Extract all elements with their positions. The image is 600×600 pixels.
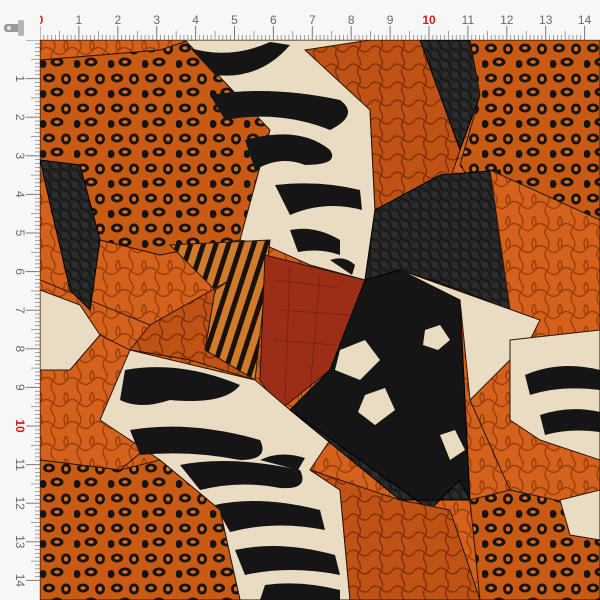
- top-ruler-label: 11: [462, 13, 475, 27]
- left-ruler-label: 14: [13, 574, 27, 588]
- left-ruler-ticks: 1234567891011121314: [13, 39, 40, 588]
- patchwork-pattern: [40, 40, 600, 600]
- left-ruler: 1 2 3 4 5 6 7 8 9 10 11 12 13 14: [0, 0, 40, 600]
- top-ruler: 0 1 2 3 4 5 6 7 8 9 10 11 12 13 14: [0, 0, 600, 40]
- left-ruler-label: 13: [13, 535, 27, 549]
- left-ruler-label: 3: [13, 152, 27, 159]
- left-ruler-label: 5: [13, 230, 27, 237]
- ruler-corner: [0, 0, 40, 40]
- left-ruler-label: 12: [13, 497, 27, 511]
- left-ruler-label: 4: [13, 191, 27, 198]
- left-ruler-label: 6: [13, 268, 27, 275]
- left-ruler-label: 11: [13, 458, 27, 471]
- left-ruler-label: 9: [13, 384, 27, 391]
- left-ruler-label: 2: [13, 114, 27, 121]
- top-ruler-label: 2: [114, 13, 121, 27]
- top-ruler-label: 10: [422, 13, 436, 27]
- top-ruler-label: 7: [309, 13, 316, 27]
- top-ruler-label: 12: [500, 13, 514, 27]
- fabric-swatch: [40, 40, 600, 600]
- left-ruler-label: 8: [13, 345, 27, 352]
- top-ruler-ticks: 0 1 2 3 4 5 6 7 8 9 10 11 12 13 14: [37, 13, 592, 40]
- top-ruler-label: 14: [578, 13, 592, 27]
- top-ruler-label: 5: [231, 13, 238, 27]
- top-ruler-label: 4: [192, 13, 199, 27]
- top-ruler-label: 9: [387, 13, 394, 27]
- fabric-preview: 0 1 2 3 4 5 6 7 8 9 10 11 12 13 14 1 2 3 4 5 6 7 8 9 10 11 12 13 14: [0, 0, 600, 600]
- left-ruler-label: 10: [13, 419, 27, 433]
- left-ruler-label: 1: [13, 75, 27, 82]
- top-ruler-label: 13: [539, 13, 553, 27]
- clip-icon: [4, 20, 24, 36]
- left-ruler-label: 7: [13, 307, 27, 314]
- top-ruler-label: 8: [348, 13, 355, 27]
- top-ruler-label: 6: [270, 13, 277, 27]
- top-ruler-label: 1: [76, 13, 83, 27]
- top-ruler-label: 3: [153, 13, 160, 27]
